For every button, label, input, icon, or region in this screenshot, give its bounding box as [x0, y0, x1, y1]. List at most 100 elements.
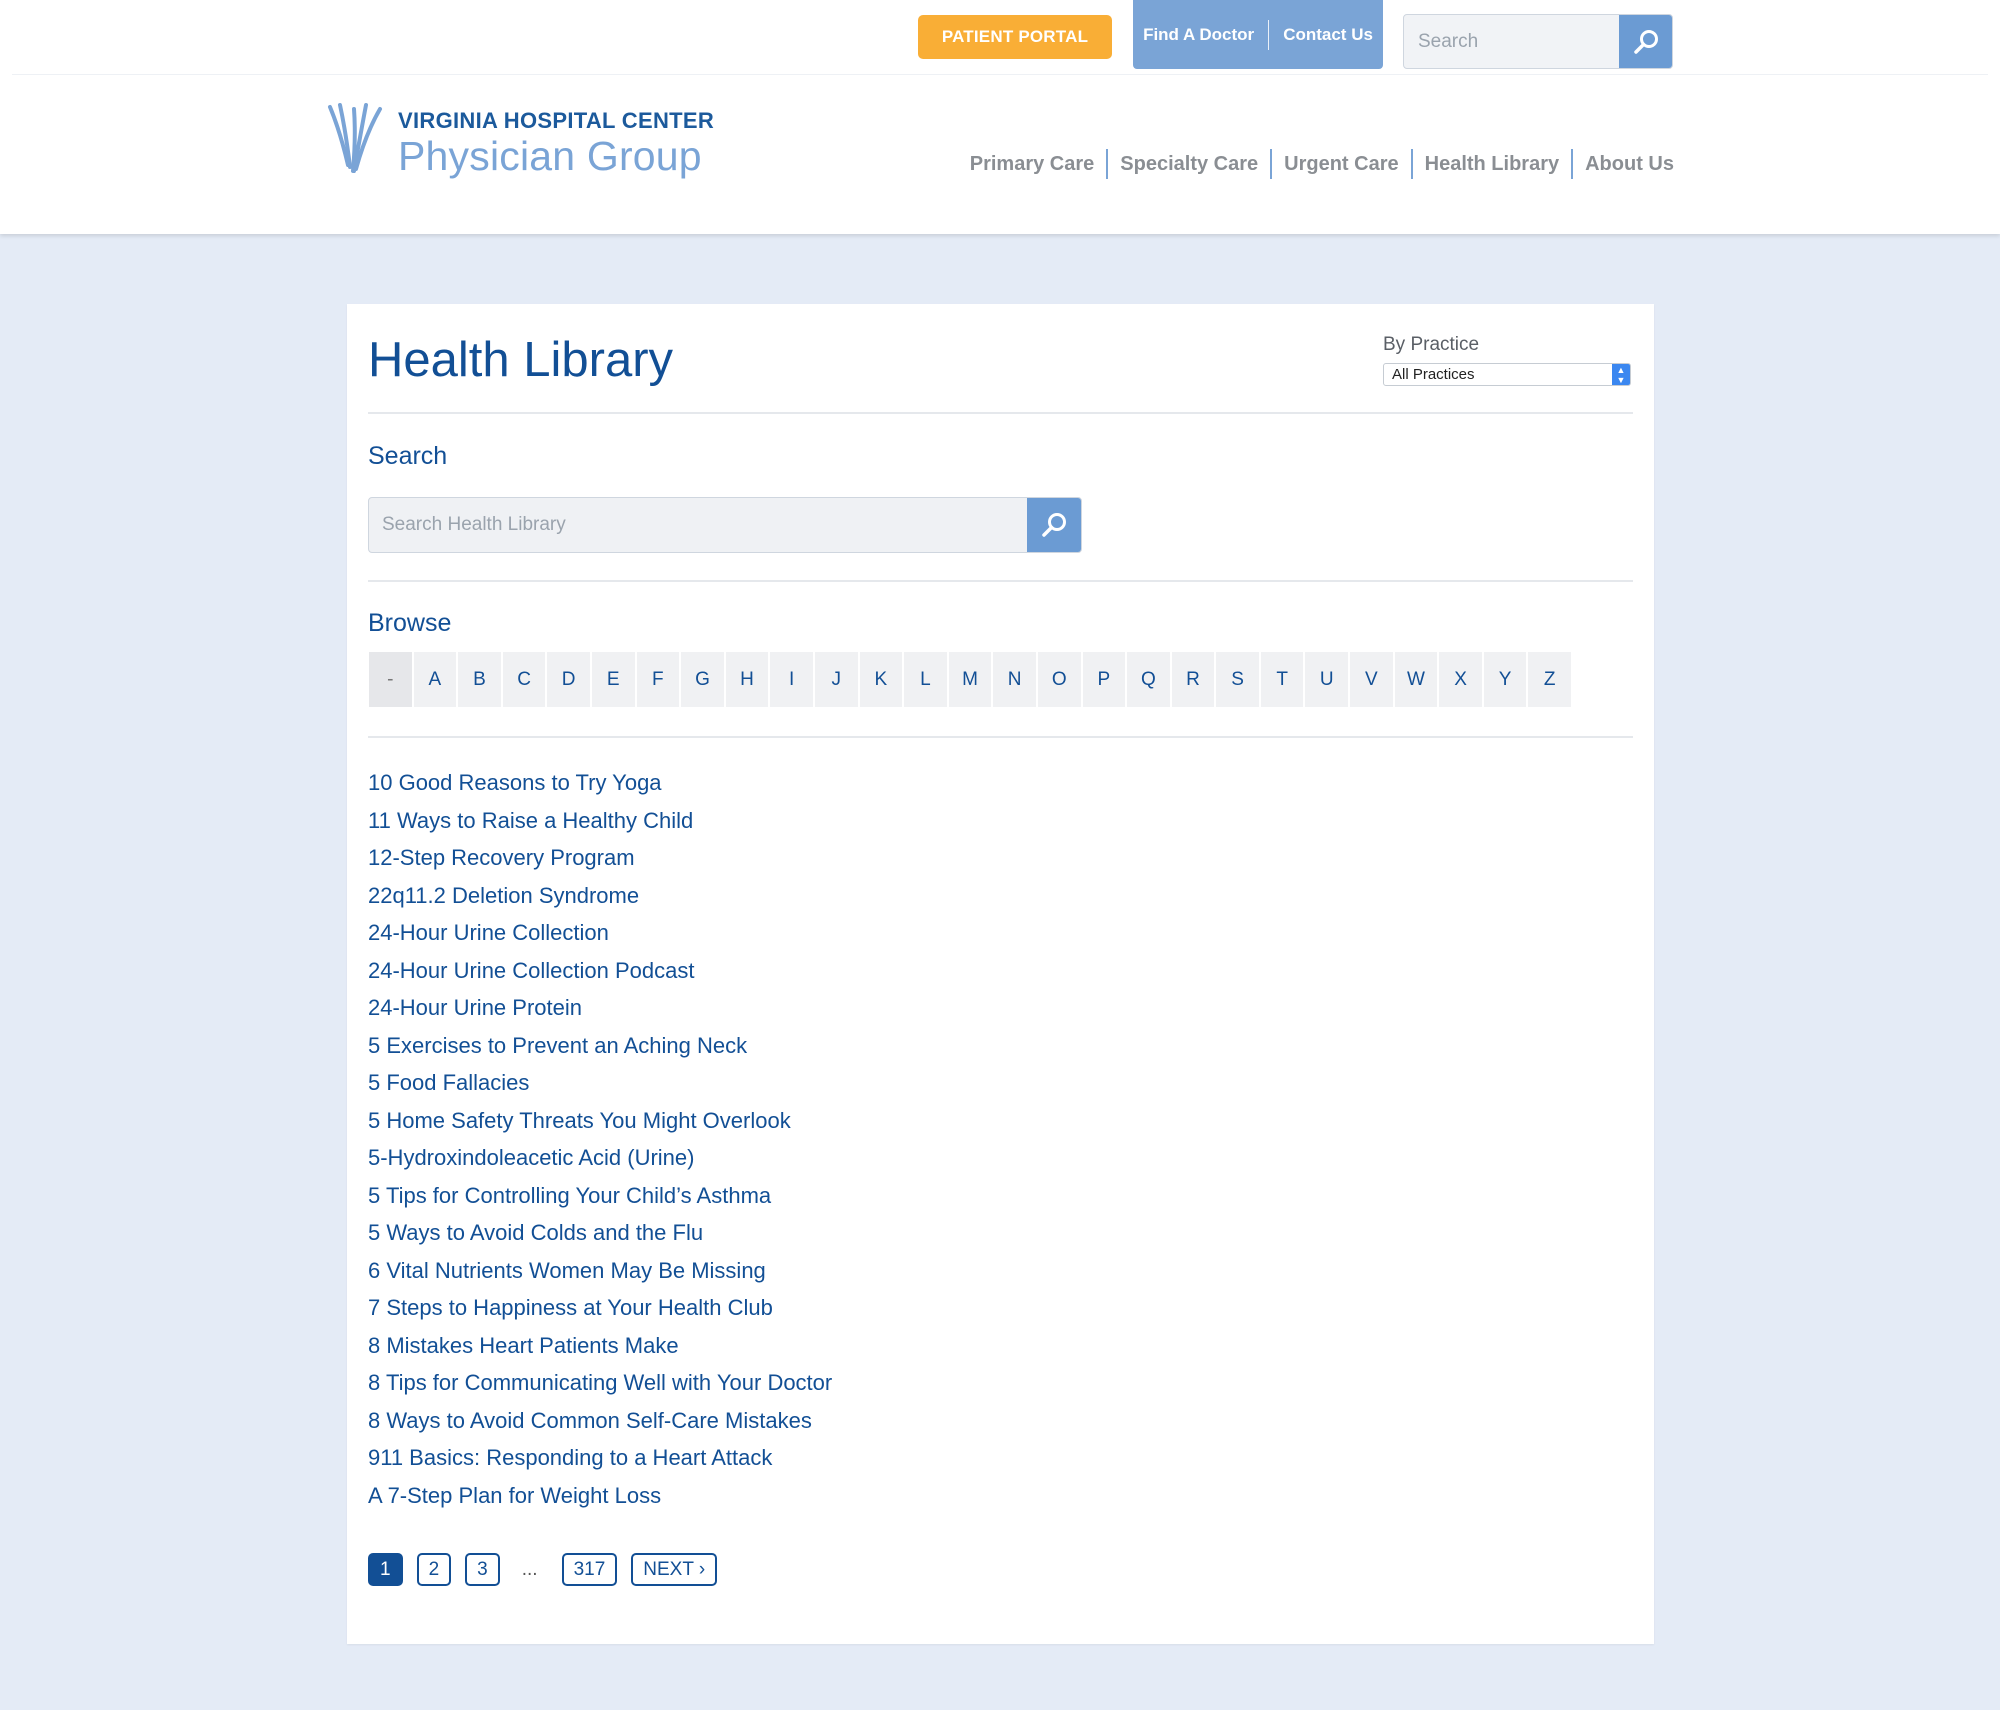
letter-filter-v[interactable]: V — [1350, 652, 1395, 707]
logo-line-2: Physician Group — [398, 133, 702, 179]
list-item: 8 Mistakes Heart Patients Make — [368, 1327, 832, 1365]
list-item: 10 Good Reasons to Try Yoga — [368, 764, 832, 802]
letter-filter-q[interactable]: Q — [1127, 652, 1172, 707]
list-item: 911 Basics: Responding to a Heart Attack — [368, 1439, 832, 1477]
letter-filter-o[interactable]: O — [1037, 652, 1083, 707]
letter-filter-x[interactable]: X — [1439, 652, 1484, 707]
article-link[interactable]: 10 Good Reasons to Try Yoga — [368, 770, 662, 795]
article-link[interactable]: 911 Basics: Responding to a Heart Attack — [368, 1445, 772, 1470]
article-link[interactable]: 5 Exercises to Prevent an Aching Neck — [368, 1033, 747, 1058]
nav-health-library[interactable]: Health Library — [1425, 153, 1559, 176]
letter-filter-h[interactable]: H — [725, 652, 771, 707]
letter-filter-p[interactable]: P — [1082, 652, 1128, 707]
list-item: 6 Vital Nutrients Women May Be Missing — [368, 1252, 832, 1290]
article-link[interactable]: 5 Food Fallacies — [368, 1070, 529, 1095]
next-page-button[interactable]: NEXT › — [631, 1553, 718, 1586]
list-item: 5 Tips for Controlling Your Child’s Asth… — [368, 1177, 832, 1215]
pagination-ellipsis: ... — [521, 1558, 538, 1580]
page-3-button[interactable]: 3 — [465, 1553, 500, 1586]
letter-filter-z[interactable]: Z — [1528, 652, 1574, 707]
page-2-button[interactable]: 2 — [416, 1553, 452, 1586]
nav-primary-care[interactable]: Primary Care — [970, 153, 1095, 176]
main-nav: Primary Care Specialty Care Urgent Care … — [970, 149, 1674, 179]
site-search-button[interactable] — [1619, 15, 1672, 68]
letter-filter-a[interactable]: A — [413, 652, 459, 707]
article-link[interactable]: 24-Hour Urine Collection — [368, 920, 609, 945]
letter-filter-r[interactable]: R — [1171, 652, 1217, 707]
page-1-button[interactable]: 1 — [368, 1553, 403, 1586]
utility-links: Find A Doctor Contact Us — [1133, 0, 1383, 69]
letter-filter-e[interactable]: E — [591, 652, 637, 707]
article-link[interactable]: 5 Home Safety Threats You Might Overlook — [368, 1108, 791, 1133]
article-link[interactable]: 24-Hour Urine Collection Podcast — [368, 958, 695, 983]
article-link[interactable]: A 7-Step Plan for Weight Loss — [368, 1483, 661, 1508]
letter-filter-c[interactable]: C — [502, 652, 548, 707]
letter-filter-k[interactable]: K — [859, 652, 905, 707]
section-divider — [368, 736, 1633, 738]
list-item: 5 Exercises to Prevent an Aching Neck — [368, 1027, 832, 1065]
pagination: 1 2 3 ... 317 NEXT › — [368, 1553, 731, 1586]
article-link[interactable]: 8 Mistakes Heart Patients Make — [368, 1333, 679, 1358]
search-icon — [1042, 513, 1066, 537]
nav-about-us[interactable]: About Us — [1585, 153, 1674, 176]
patient-portal-button[interactable]: PATIENT PORTAL — [918, 15, 1112, 59]
list-item: 24-Hour Urine Protein — [368, 989, 832, 1027]
article-link[interactable]: 22q11.2 Deletion Syndrome — [368, 883, 639, 908]
letter-filter-n[interactable]: N — [993, 652, 1038, 707]
letter-filter-u[interactable]: U — [1305, 652, 1351, 707]
nav-separator — [1410, 149, 1413, 179]
library-search-button[interactable] — [1027, 498, 1081, 552]
section-divider — [368, 580, 1633, 582]
find-doctor-link[interactable]: Find A Doctor — [1143, 25, 1254, 45]
site-search-input[interactable] — [1404, 15, 1616, 68]
letter-filter-y[interactable]: Y — [1483, 652, 1529, 707]
article-link[interactable]: 5 Tips for Controlling Your Child’s Asth… — [368, 1183, 771, 1208]
article-list: 10 Good Reasons to Try Yoga 11 Ways to Ra… — [368, 764, 832, 1514]
nav-urgent-care[interactable]: Urgent Care — [1284, 153, 1398, 176]
nav-separator — [1571, 149, 1574, 179]
list-item: 11 Ways to Raise a Healthy Child — [368, 802, 832, 840]
vhc-logo[interactable]: VIRGINIA HOSPITAL CENTER Physician Group — [326, 103, 714, 179]
list-item: 22q11.2 Deletion Syndrome — [368, 877, 832, 915]
letter-filter-t[interactable]: T — [1260, 652, 1306, 707]
article-link[interactable]: 5-Hydroxindoleacetic Acid (Urine) — [368, 1145, 694, 1170]
search-heading: Search — [368, 442, 448, 470]
utility-separator — [1268, 19, 1270, 50]
search-icon — [1633, 29, 1658, 54]
letter-filter-j[interactable]: J — [814, 652, 860, 707]
letter-filter-s[interactable]: S — [1216, 652, 1261, 707]
list-item: 5 Food Fallacies — [368, 1064, 832, 1102]
letter-filter-m[interactable]: M — [948, 652, 994, 707]
content-card: Health Library By Practice All Practices… — [347, 304, 1654, 1644]
article-link[interactable]: 6 Vital Nutrients Women May Be Missing — [368, 1258, 766, 1283]
list-item: 24-Hour Urine Collection Podcast — [368, 952, 832, 990]
article-link[interactable]: 24-Hour Urine Protein — [368, 995, 582, 1020]
list-item: 8 Tips for Communicating Well with Your … — [368, 1364, 832, 1402]
practice-filter-select[interactable]: All Practices ▲ ▼ — [1383, 363, 1631, 386]
article-link[interactable]: 8 Tips for Communicating Well with Your … — [368, 1370, 832, 1395]
article-link[interactable]: 5 Ways to Avoid Colds and the Flu — [368, 1220, 703, 1245]
page-title: Health Library — [368, 333, 674, 387]
letter-filter-numeric[interactable]: - — [369, 652, 414, 707]
letter-filter-w[interactable]: W — [1394, 652, 1440, 707]
site-header: PATIENT PORTAL Find A Doctor Contact Us … — [0, 0, 2000, 234]
letter-filter-i[interactable]: I — [770, 652, 815, 707]
practice-filter-label: By Practice — [1383, 334, 1480, 355]
letter-filter-l[interactable]: L — [904, 652, 949, 707]
letter-filter-g[interactable]: G — [681, 652, 726, 707]
chevron-up-down-icon: ▲ ▼ — [1612, 364, 1630, 385]
letter-filter-d[interactable]: D — [547, 652, 592, 707]
nav-specialty-care[interactable]: Specialty Care — [1120, 153, 1258, 176]
library-search-input[interactable] — [369, 498, 1027, 552]
article-link[interactable]: 11 Ways to Raise a Healthy Child — [368, 808, 693, 833]
contact-us-link[interactable]: Contact Us — [1283, 25, 1373, 45]
letter-filter-b[interactable]: B — [458, 652, 503, 707]
list-item: 5-Hydroxindoleacetic Acid (Urine) — [368, 1139, 832, 1177]
article-link[interactable]: 12-Step Recovery Program — [368, 845, 635, 870]
article-link[interactable]: 7 Steps to Happiness at Your Health Club — [368, 1295, 773, 1320]
list-item: 24-Hour Urine Collection — [368, 914, 832, 952]
letter-filter-f[interactable]: F — [636, 652, 682, 707]
library-search — [368, 497, 1082, 553]
article-link[interactable]: 8 Ways to Avoid Common Self-Care Mistake… — [368, 1408, 812, 1433]
page-last-button[interactable]: 317 — [561, 1553, 618, 1586]
